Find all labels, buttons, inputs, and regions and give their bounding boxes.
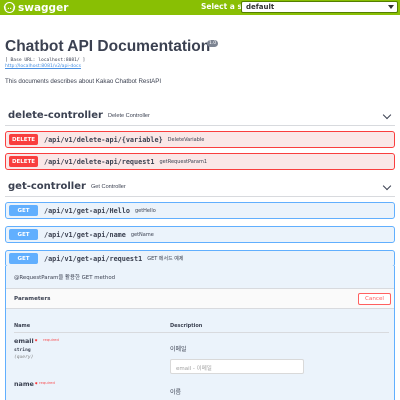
method-badge: GET [9, 205, 38, 216]
tag-name: get-controller [8, 181, 86, 192]
operation-summary: getHello [134, 207, 156, 214]
column-header-name: Name [14, 323, 31, 329]
email-input[interactable]: email - 이메일 [170, 359, 304, 374]
api-docs-link[interactable]: http://localhost:8081/v2/api-docs [5, 64, 81, 69]
operation-summary: getName [130, 231, 154, 238]
method-badge: DELETE [9, 134, 38, 145]
method-badge: GET [9, 253, 38, 264]
operation-body: @RequestParam을 활용한 GET method Parameters… [5, 266, 395, 400]
column-header-description: Description [170, 323, 203, 329]
method-badge: DELETE [9, 156, 38, 167]
swagger-logo[interactable]: {..} swagger [3, 1, 69, 14]
parameters-header: Parameters Cancel [6, 288, 394, 309]
base-url: [ Base URL: localhost:8081/ ] [5, 58, 86, 63]
method-badge: GET [9, 229, 38, 240]
param-location: (query) [14, 355, 34, 360]
operation-delete-variable[interactable]: DELETE /api/v1/delete-api/{variable} Del… [5, 131, 395, 148]
version-badge: 1.0 [207, 40, 219, 47]
divider [14, 332, 389, 333]
operation-get-request1[interactable]: GET /api/v1/get-api/request1 GET 메서드 예제 [5, 250, 395, 267]
logo-text: swagger [18, 1, 69, 14]
param-description: 이메일 [170, 346, 187, 353]
tag-delete-controller[interactable]: delete-controller Delete Controller [5, 106, 395, 126]
top-bar: {..} swagger Select a spec default [0, 0, 400, 15]
cancel-button[interactable]: Cancel [358, 293, 391, 305]
spec-select[interactable]: default [241, 1, 398, 13]
tag-description: Get Controller [90, 183, 126, 190]
operation-get-hello[interactable]: GET /api/v1/get-api/Hello getHello [5, 202, 395, 219]
operation-summary: GET 메서드 예제 [147, 256, 184, 262]
api-description: This documents describes about Kakao Cha… [5, 78, 162, 85]
operation-summary: getRequestParam1 [159, 158, 208, 165]
param-description: 이름 [170, 389, 182, 396]
operation-path: /api/v1/get-api/name [44, 230, 126, 239]
tag-get-controller[interactable]: get-controller Get Controller [5, 177, 395, 197]
chevron-down-icon [382, 181, 392, 191]
operation-summary: DeleteVariable [167, 136, 205, 143]
spec-select-value: default [246, 3, 275, 11]
operation-get-name[interactable]: GET /api/v1/get-api/name getName [5, 226, 395, 243]
param-name-email: email* [14, 337, 38, 345]
operation-delete-request1[interactable]: DELETE /api/v1/delete-api/request1 getRe… [5, 153, 395, 170]
page-title: Chatbot API Documentation [5, 38, 211, 55]
required-label: required [39, 380, 55, 385]
parameters-title: Parameters [14, 296, 51, 302]
tag-description: Delete Controller [107, 112, 150, 119]
chevron-down-icon [388, 5, 394, 9]
operation-path: /api/v1/get-api/Hello [44, 206, 130, 215]
required-label: required [43, 337, 59, 342]
swagger-logo-icon: {..} [3, 2, 16, 13]
operation-path: /api/v1/delete-api/request1 [44, 157, 155, 166]
operation-path: /api/v1/get-api/request1 [44, 254, 143, 263]
param-name-name: name* [14, 380, 38, 388]
chevron-down-icon [382, 110, 392, 120]
tag-name: delete-controller [8, 110, 103, 121]
operation-description: @RequestParam을 활용한 GET method [14, 275, 116, 281]
operation-path: /api/v1/delete-api/{variable} [44, 135, 163, 144]
param-type: string [14, 348, 31, 353]
